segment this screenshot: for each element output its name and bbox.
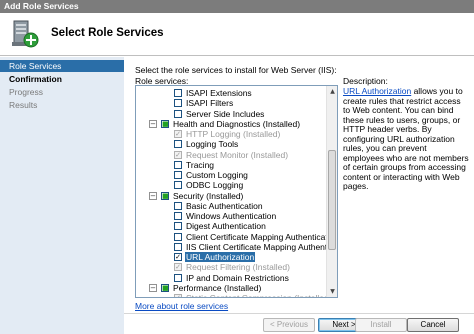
role-service-label: Custom Logging	[186, 170, 248, 180]
description-text: URL Authorization allows you to create r…	[343, 86, 469, 192]
sidebar-item-confirmation[interactable]: Confirmation	[0, 73, 124, 85]
tree-scrollbar[interactable]: ▲ ▼	[326, 86, 337, 297]
role-service-checkbox[interactable]	[174, 201, 182, 210]
cancel-button[interactable]: Cancel	[407, 318, 459, 332]
install-button[interactable]: Install	[355, 318, 407, 332]
role-service-label: Basic Authentication	[186, 200, 263, 211]
collapse-icon[interactable]: −	[149, 283, 157, 292]
role-service-label: Logging Tools	[186, 139, 239, 150]
role-service-label: IP and Domain Restrictions	[186, 272, 289, 283]
sidebar-item-role-services[interactable]: Role Services	[0, 60, 124, 72]
role-service-label: Performance (Installed)	[173, 282, 262, 293]
scroll-down-icon[interactable]: ▼	[327, 286, 337, 297]
wizard-footer: < Previous Next > Install Cancel	[124, 313, 474, 334]
role-service-checkbox[interactable]	[174, 232, 182, 241]
role-service-checkbox[interactable]	[174, 212, 182, 220]
role-service-checkbox: ✓	[174, 150, 182, 159]
role-service-label: ISAPI Extensions	[186, 88, 252, 98]
role-service-checkbox: ✓	[174, 294, 182, 297]
role-service-label: Request Filtering (Installed)	[186, 262, 290, 273]
role-service-label: URL Authorization	[185, 252, 256, 262]
collapse-icon[interactable]: −	[149, 119, 157, 128]
role-service-checkbox[interactable]	[174, 181, 182, 190]
role-service-checkbox: ✓	[174, 263, 182, 272]
page-title: Select Role Services	[51, 27, 164, 39]
scroll-up-icon[interactable]: ▲	[327, 86, 337, 97]
role-service-label: Security (Installed)	[173, 190, 244, 201]
instruction-text: Select the role services to install for …	[135, 65, 337, 75]
role-service-label: ODBC Logging	[186, 180, 244, 191]
sidebar-item-progress[interactable]: Progress	[0, 86, 124, 98]
role-service-label: Client Certificate Mapping Authenticatio…	[186, 231, 338, 242]
role-service-checkbox[interactable]	[174, 273, 182, 282]
role-service-checkbox[interactable]: ✓	[174, 253, 182, 261]
role-service-checkbox[interactable]: ■	[161, 191, 169, 200]
role-services-tree[interactable]: ISAPI Extensions ISAPI Filters Server Side…	[135, 85, 338, 298]
role-service-label: Health and Diagnostics (Installed)	[173, 118, 301, 129]
wizard-steps-sidebar: Role Services Confirmation Progress Results	[0, 57, 124, 334]
role-service-checkbox[interactable]	[174, 99, 182, 108]
role-service-checkbox[interactable]	[174, 171, 182, 179]
scrollbar-thumb[interactable]	[328, 150, 336, 250]
role-service-label: ISAPI Filters	[186, 98, 234, 109]
description-label: Description:	[343, 76, 388, 86]
role-service-label: IIS Client Certificate Mapping Authentic…	[186, 241, 338, 252]
role-service-checkbox[interactable]: ■	[161, 119, 169, 128]
main-panel: Select the role services to install for …	[124, 57, 474, 313]
role-service-checkbox[interactable]	[174, 160, 182, 169]
role-service-label: Digest Authentication	[186, 221, 266, 232]
role-service-label: HTTP Logging (Installed)	[186, 129, 281, 139]
url-authorization-link[interactable]: URL Authorization	[343, 86, 411, 96]
role-service-checkbox[interactable]	[174, 89, 182, 97]
previous-button[interactable]: < Previous	[263, 318, 315, 332]
collapse-icon[interactable]: −	[149, 191, 157, 200]
role-service-checkbox[interactable]: ■	[161, 283, 169, 292]
window-title-bar: Add Role Services	[0, 0, 474, 13]
role-service-label: Tracing	[186, 159, 215, 170]
role-service-label: Windows Authentication	[186, 211, 277, 221]
wizard-header: Select Role Services	[0, 13, 474, 56]
window-title: Add Role Services	[4, 1, 79, 11]
role-service-checkbox[interactable]	[174, 140, 182, 149]
role-service-checkbox[interactable]	[174, 109, 182, 118]
role-service-label: Server Side Includes	[186, 108, 265, 119]
description-body: allows you to create rules that restrict…	[343, 86, 469, 191]
more-about-role-services-link[interactable]: More about role services	[135, 301, 228, 311]
role-service-label: Static Content Compression (Installed)	[186, 293, 332, 298]
sidebar-item-results[interactable]: Results	[0, 99, 124, 111]
role-service-checkbox[interactable]	[174, 222, 182, 231]
role-service-checkbox[interactable]	[174, 242, 182, 251]
server-add-icon	[9, 19, 39, 49]
role-service-checkbox: ✓	[174, 130, 182, 138]
role-service-label: Request Monitor (Installed)	[186, 149, 289, 160]
